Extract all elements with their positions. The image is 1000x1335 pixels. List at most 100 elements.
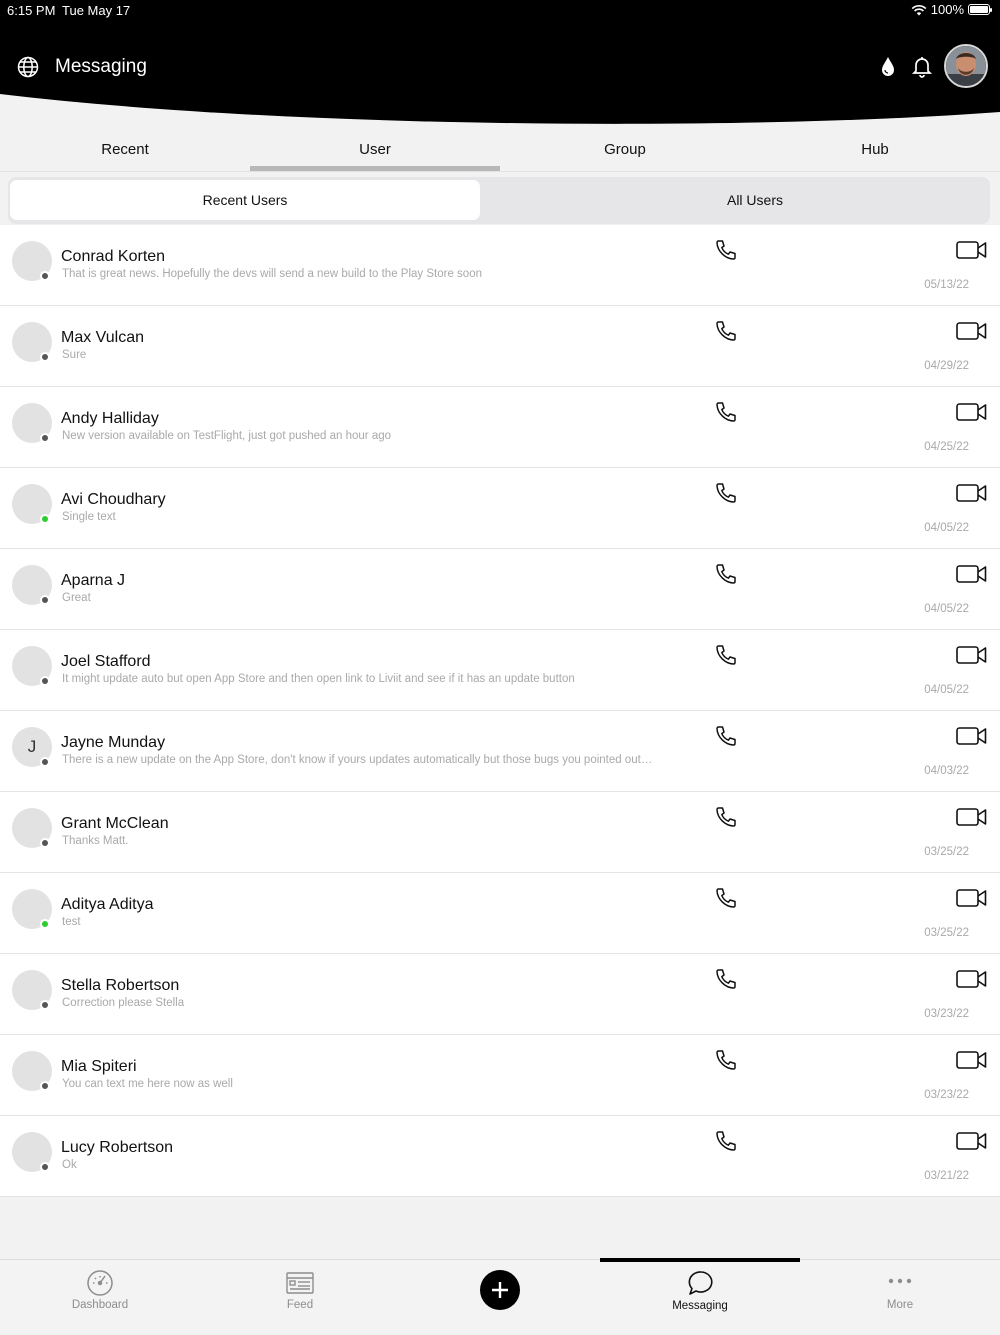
contact-name: Stella Robertson bbox=[61, 977, 180, 994]
bottom-nav: Dashboard Feed Messaging More bbox=[0, 1258, 1000, 1335]
globe-icon[interactable] bbox=[16, 55, 40, 79]
contact-row[interactable]: Joel Stafford It might update auto but o… bbox=[0, 630, 1000, 711]
last-message: Thanks Matt. bbox=[62, 835, 129, 847]
top-tabs: Recent User Group Hub bbox=[0, 132, 1000, 172]
last-message: New version available on TestFlight, jus… bbox=[62, 430, 392, 442]
presence-dot bbox=[40, 919, 50, 929]
battery-percent: 100% bbox=[930, 2, 964, 17]
contact-row[interactable]: Andy Halliday New version available on T… bbox=[0, 387, 1000, 468]
water-drop-icon[interactable] bbox=[878, 55, 898, 79]
last-message: That is great news. Hopefully the devs w… bbox=[62, 268, 482, 280]
phone-icon[interactable] bbox=[714, 1048, 738, 1072]
status-bar: 6:15 PM Tue May 17 100% bbox=[0, 0, 1000, 22]
page-title: Messaging bbox=[55, 56, 147, 77]
video-call-icon[interactable] bbox=[956, 644, 987, 666]
contact-row[interactable]: Grant McClean Thanks Matt. 03/25/22 bbox=[0, 792, 1000, 873]
feed-icon bbox=[286, 1272, 314, 1294]
presence-dot bbox=[40, 838, 50, 848]
status-right: 100% bbox=[911, 2, 992, 17]
contact-name: Lucy Robertson bbox=[61, 1139, 174, 1156]
tab-recent[interactable]: Recent bbox=[0, 132, 250, 172]
video-call-icon[interactable] bbox=[956, 725, 987, 747]
phone-icon[interactable] bbox=[714, 967, 738, 991]
message-date: 03/25/22 bbox=[924, 927, 969, 939]
message-date: 04/05/22 bbox=[924, 684, 969, 696]
phone-icon[interactable] bbox=[714, 238, 738, 262]
video-call-icon[interactable] bbox=[956, 887, 987, 909]
last-message: Single text bbox=[62, 511, 116, 523]
last-message: Great bbox=[62, 592, 91, 604]
presence-dot bbox=[40, 1162, 50, 1172]
phone-icon[interactable] bbox=[714, 319, 738, 343]
video-call-icon[interactable] bbox=[956, 968, 987, 990]
message-date: 04/05/22 bbox=[924, 603, 969, 615]
video-call-icon[interactable] bbox=[956, 806, 987, 828]
contact-row[interactable]: Max Vulcan Sure 04/29/22 bbox=[0, 306, 1000, 387]
contact-row[interactable]: Lucy Robertson Ok 03/21/22 bbox=[0, 1116, 1000, 1197]
contact-row[interactable]: Aparna J Great 04/05/22 bbox=[0, 549, 1000, 630]
phone-icon[interactable] bbox=[714, 805, 738, 829]
users-segment-control: Recent Users All Users bbox=[8, 177, 990, 224]
last-message: Ok bbox=[62, 1159, 77, 1171]
more-dots-icon bbox=[888, 1278, 912, 1284]
contact-row[interactable]: Mia Spiteri You can text me here now as … bbox=[0, 1035, 1000, 1116]
message-date: 03/21/22 bbox=[924, 1170, 969, 1182]
nav-feed[interactable]: Feed bbox=[200, 1260, 400, 1335]
add-button[interactable] bbox=[480, 1270, 520, 1310]
contact-name: Andy Halliday bbox=[61, 410, 159, 427]
contact-row[interactable]: Aditya Aditya test 03/25/22 bbox=[0, 873, 1000, 954]
bell-icon[interactable] bbox=[910, 54, 934, 78]
tab-user[interactable]: User bbox=[250, 132, 500, 172]
presence-dot bbox=[40, 1081, 50, 1091]
message-date: 03/23/22 bbox=[924, 1089, 969, 1101]
last-message: There is a new update on the App Store, … bbox=[62, 754, 653, 766]
last-message: Correction please Stella bbox=[62, 997, 185, 1009]
segment-all-users[interactable]: All Users bbox=[520, 180, 990, 220]
video-call-icon[interactable] bbox=[956, 320, 987, 342]
contact-row[interactable]: J Jayne Munday There is a new update on … bbox=[0, 711, 1000, 792]
contact-name: Conrad Korten bbox=[61, 248, 166, 265]
video-call-icon[interactable] bbox=[956, 1130, 987, 1152]
nav-more[interactable]: More bbox=[800, 1260, 1000, 1335]
tab-group[interactable]: Group bbox=[500, 132, 750, 172]
nav-dashboard[interactable]: Dashboard bbox=[0, 1260, 200, 1335]
tab-hub[interactable]: Hub bbox=[750, 132, 1000, 172]
segment-recent-users[interactable]: Recent Users bbox=[10, 180, 480, 220]
phone-icon[interactable] bbox=[714, 643, 738, 667]
presence-dot bbox=[40, 595, 50, 605]
phone-icon[interactable] bbox=[714, 481, 738, 505]
video-call-icon[interactable] bbox=[956, 563, 987, 585]
nav-messaging[interactable]: Messaging bbox=[600, 1258, 800, 1335]
status-date: Tue May 17 bbox=[62, 3, 131, 18]
contact-name: Aditya Aditya bbox=[61, 896, 154, 913]
presence-dot bbox=[40, 1000, 50, 1010]
presence-dot bbox=[40, 433, 50, 443]
profile-avatar[interactable] bbox=[944, 44, 988, 88]
phone-icon[interactable] bbox=[714, 400, 738, 424]
message-date: 04/03/22 bbox=[924, 765, 969, 777]
phone-icon[interactable] bbox=[714, 724, 738, 748]
video-call-icon[interactable] bbox=[956, 1049, 987, 1071]
active-tab-indicator bbox=[250, 166, 500, 171]
plus-icon bbox=[492, 1282, 508, 1298]
battery-icon bbox=[968, 4, 992, 15]
contact-row[interactable]: Avi Choudhary Single text 04/05/22 bbox=[0, 468, 1000, 549]
dashboard-gauge-icon bbox=[87, 1270, 113, 1296]
phone-icon[interactable] bbox=[714, 1129, 738, 1153]
presence-dot bbox=[40, 514, 50, 524]
contact-row[interactable]: Stella Robertson Correction please Stell… bbox=[0, 954, 1000, 1035]
phone-icon[interactable] bbox=[714, 886, 738, 910]
phone-icon[interactable] bbox=[714, 562, 738, 586]
last-message: test bbox=[62, 916, 81, 928]
contact-list: Conrad Korten That is great news. Hopefu… bbox=[0, 225, 1000, 1197]
video-call-icon[interactable] bbox=[956, 401, 987, 423]
message-date: 03/23/22 bbox=[924, 1008, 969, 1020]
active-nav-indicator bbox=[600, 1258, 800, 1262]
video-call-icon[interactable] bbox=[956, 239, 987, 261]
nav-add[interactable] bbox=[400, 1260, 600, 1335]
app-header: Messaging bbox=[0, 22, 1000, 132]
video-call-icon[interactable] bbox=[956, 482, 987, 504]
presence-dot bbox=[40, 676, 50, 686]
status-time: 6:15 PM bbox=[7, 3, 56, 18]
contact-row[interactable]: Conrad Korten That is great news. Hopefu… bbox=[0, 225, 1000, 306]
